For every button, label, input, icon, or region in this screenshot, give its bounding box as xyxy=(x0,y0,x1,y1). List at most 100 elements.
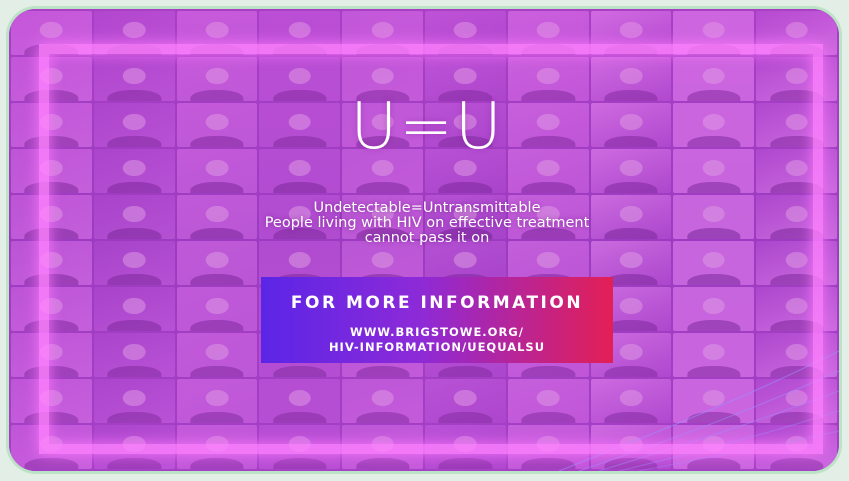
participant-shoulders xyxy=(24,274,79,285)
participant-face xyxy=(40,297,63,315)
participant-shoulders xyxy=(190,182,244,193)
participant-face xyxy=(619,297,643,315)
participant-face xyxy=(785,21,808,39)
participant-tile xyxy=(93,11,175,55)
participant-tile xyxy=(673,379,755,423)
participant-shoulders xyxy=(438,182,493,193)
participant-shoulders xyxy=(769,458,824,469)
participant-face xyxy=(205,297,229,315)
participant-face xyxy=(454,251,477,269)
participant-face xyxy=(785,251,808,269)
participant-face xyxy=(288,67,312,85)
participant-face xyxy=(371,389,394,407)
participant-face xyxy=(702,389,726,407)
participant-tile xyxy=(93,287,175,331)
info-url-line-1: WWW.BRIGSTOWE.ORG/ xyxy=(350,325,524,339)
more-information-link[interactable]: FOR MORE INFORMATION WWW.BRIGSTOWE.ORG/ … xyxy=(261,277,613,363)
participant-tile xyxy=(93,425,175,469)
participant-tile xyxy=(673,11,755,55)
participant-shoulders xyxy=(604,458,658,469)
participant-tile xyxy=(93,333,175,377)
participant-shoulders xyxy=(273,458,327,469)
participant-face xyxy=(536,67,560,85)
participant-shoulders xyxy=(604,366,658,377)
participant-face xyxy=(40,67,63,85)
participant-shoulders xyxy=(107,458,161,469)
tagline: Undetectable=Untransmittable People livi… xyxy=(9,200,839,246)
page-background: U=U Undetectable=Untransmittable People … xyxy=(0,0,849,481)
participant-tile xyxy=(11,11,92,55)
participant-tile xyxy=(176,11,258,55)
participant-face xyxy=(122,343,146,361)
participant-shoulders xyxy=(769,366,824,377)
participant-shoulders xyxy=(190,44,244,55)
participant-tile xyxy=(93,379,175,423)
participant-face xyxy=(371,21,394,39)
participant-shoulders xyxy=(687,44,741,55)
participant-face xyxy=(702,343,726,361)
participant-face xyxy=(619,21,643,39)
participant-face xyxy=(288,389,312,407)
participant-tile xyxy=(259,11,341,55)
participant-shoulders xyxy=(107,366,161,377)
participant-shoulders xyxy=(107,44,161,55)
participant-shoulders xyxy=(273,412,327,423)
participant-shoulders xyxy=(687,274,741,285)
promo-card: U=U Undetectable=Untransmittable People … xyxy=(6,6,842,474)
participant-face xyxy=(205,389,229,407)
participant-face xyxy=(122,297,146,315)
participant-tile xyxy=(507,379,589,423)
participant-face xyxy=(454,21,477,39)
participant-face xyxy=(619,343,643,361)
participant-shoulders xyxy=(24,458,79,469)
participant-face xyxy=(122,435,146,453)
participant-face xyxy=(619,67,643,85)
participant-face xyxy=(288,251,312,269)
participant-tile xyxy=(11,241,92,285)
participant-shoulders xyxy=(355,458,410,469)
participant-shoulders xyxy=(521,412,575,423)
participant-shoulders xyxy=(24,320,79,331)
participant-face xyxy=(619,159,643,177)
participant-shoulders xyxy=(604,44,658,55)
participant-shoulders xyxy=(190,458,244,469)
participant-face xyxy=(205,159,229,177)
participant-shoulders xyxy=(24,366,79,377)
participant-face xyxy=(371,251,394,269)
participant-shoulders xyxy=(521,182,575,193)
participant-face xyxy=(40,343,63,361)
participant-shoulders xyxy=(521,44,575,55)
participant-shoulders xyxy=(769,182,824,193)
participant-face xyxy=(702,159,726,177)
participant-shoulders xyxy=(604,412,658,423)
tagline-line-1: Undetectable=Untransmittable xyxy=(313,200,541,216)
participant-face xyxy=(205,343,229,361)
info-title: FOR MORE INFORMATION xyxy=(290,293,584,313)
participant-tile xyxy=(342,379,423,423)
participant-tile xyxy=(756,241,837,285)
participant-face xyxy=(122,67,146,85)
participant-shoulders xyxy=(438,458,493,469)
participant-face xyxy=(122,159,146,177)
participant-face xyxy=(288,435,312,453)
participant-tile xyxy=(11,379,92,423)
participant-tile xyxy=(11,287,92,331)
participant-face xyxy=(454,389,477,407)
participant-face xyxy=(205,251,229,269)
participant-tile xyxy=(756,11,837,55)
participant-face xyxy=(702,251,726,269)
info-url: WWW.BRIGSTOWE.ORG/ HIV-INFORMATION/UEQUA… xyxy=(261,325,613,355)
participant-face xyxy=(205,67,229,85)
participant-shoulders xyxy=(604,182,658,193)
participant-shoulders xyxy=(687,320,741,331)
participant-face xyxy=(40,21,63,39)
participant-tile xyxy=(673,287,755,331)
participant-shoulders xyxy=(107,274,161,285)
participant-tile xyxy=(11,425,92,469)
participant-tile xyxy=(176,425,258,469)
participant-shoulders xyxy=(107,182,161,193)
participant-shoulders xyxy=(107,412,161,423)
participant-tile xyxy=(590,379,672,423)
participant-tile xyxy=(756,425,837,469)
participant-shoulders xyxy=(355,44,410,55)
